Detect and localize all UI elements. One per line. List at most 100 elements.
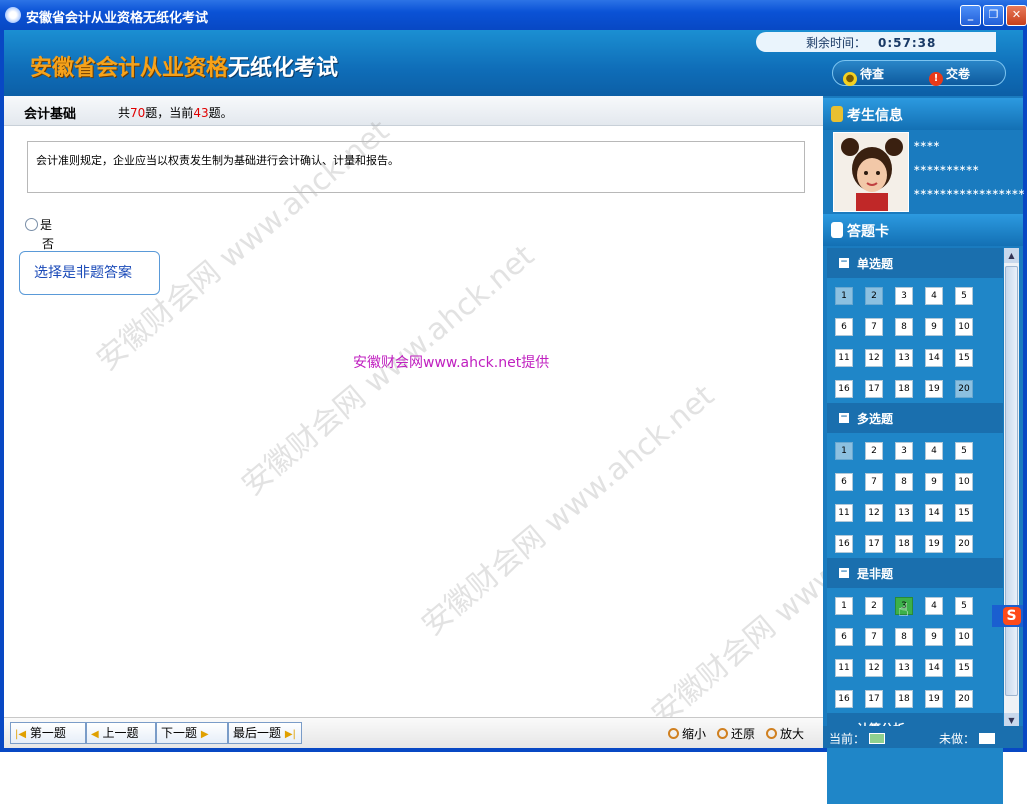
examinee-info-header: 考生信息: [823, 98, 1023, 130]
radio-yes[interactable]: [25, 218, 38, 231]
legend: 当前： 未做：: [823, 726, 1023, 748]
question-number-button[interactable]: 4: [925, 442, 943, 460]
answer-card-section-header[interactable]: − 单选题: [827, 248, 1003, 278]
question-number-button[interactable]: 13: [895, 504, 913, 522]
close-button[interactable]: ✕: [1006, 5, 1027, 26]
question-number-button[interactable]: 10: [955, 473, 973, 491]
subject-name: 会计基础: [24, 107, 77, 122]
avatar: [833, 132, 909, 212]
pending-button[interactable]: ● 待查: [843, 65, 884, 86]
question-number-button[interactable]: 20: [955, 690, 973, 708]
question-number-button[interactable]: 14: [925, 349, 943, 367]
question-number-button[interactable]: 17: [865, 380, 883, 398]
examinee-name: ∗∗∗∗: [913, 140, 940, 150]
next-question-button[interactable]: 下一题 ▶: [156, 722, 228, 744]
ime-toolbar[interactable]: S: [992, 605, 1023, 627]
question-number-button[interactable]: 4: [925, 287, 943, 305]
timer-label: 剩余时间：: [806, 36, 867, 50]
question-number-grid: 1 2 3 4 5 6 7 8 9 10 11 12 13 14 15 16 17 18 19 20: [835, 442, 985, 553]
question-number-button[interactable]: 15: [955, 349, 973, 367]
question-number-button[interactable]: 18: [895, 535, 913, 553]
question-number-button[interactable]: 4: [925, 597, 943, 615]
question-number-button[interactable]: 18: [895, 380, 913, 398]
question-number-button[interactable]: 9: [925, 628, 943, 646]
answer-card-scrollbar[interactable]: ▲ ▼: [1004, 248, 1019, 728]
question-number-button[interactable]: 18: [895, 690, 913, 708]
scroll-thumb[interactable]: [1005, 266, 1018, 696]
remaining-time: 剩余时间： 0:57:38: [756, 32, 996, 52]
question-number-button[interactable]: 11: [835, 659, 853, 677]
question-number-button[interactable]: 10: [955, 628, 973, 646]
question-number-button[interactable]: 7: [865, 628, 883, 646]
question-number-button[interactable]: 20: [955, 380, 973, 398]
answer-card-section-header[interactable]: − 多选题: [827, 403, 1003, 433]
submit-button[interactable]: ! 交卷: [929, 65, 970, 86]
prev-question-button[interactable]: ◀ 上一题: [86, 722, 156, 744]
question-number-button[interactable]: 2: [865, 597, 883, 615]
question-number-button[interactable]: 1: [835, 442, 853, 460]
question-number-button[interactable]: 15: [955, 659, 973, 677]
question-number-button[interactable]: 14: [925, 659, 943, 677]
question-number-button[interactable]: 15: [955, 504, 973, 522]
first-question-button[interactable]: |◀ 第一题: [10, 722, 86, 744]
question-number-button[interactable]: 1: [835, 597, 853, 615]
question-number-button[interactable]: 17: [865, 690, 883, 708]
legend-current: 当前：: [829, 730, 886, 747]
question-number-button[interactable]: 13: [895, 659, 913, 677]
zoom-in-button[interactable]: 放大: [766, 725, 804, 742]
question-number-button[interactable]: 2: [865, 287, 883, 305]
question-number-button[interactable]: 20: [955, 535, 973, 553]
question-number-button[interactable]: 8: [895, 628, 913, 646]
question-number-button[interactable]: 6: [835, 473, 853, 491]
examinee-number: ∗∗∗∗∗∗∗∗∗∗∗∗∗∗∗∗∗: [913, 188, 1025, 198]
question-number-button[interactable]: 12: [865, 659, 883, 677]
question-number-button[interactable]: 9: [925, 473, 943, 491]
question-number-button[interactable]: 7: [865, 318, 883, 336]
question-number-button[interactable]: 19: [925, 380, 943, 398]
question-number-button[interactable]: 19: [925, 535, 943, 553]
minimize-button[interactable]: _: [960, 5, 981, 26]
question-number-button[interactable]: 5: [955, 597, 973, 615]
question-number-button[interactable]: 5: [955, 287, 973, 305]
zoom-out-button[interactable]: 缩小: [668, 725, 706, 742]
maximize-button[interactable]: ❐: [983, 5, 1004, 26]
option-yes[interactable]: 是: [25, 216, 52, 233]
question-number-button[interactable]: 8: [895, 318, 913, 336]
question-number-button[interactable]: 14: [925, 504, 943, 522]
question-number-grid: 1 2 3 4 5 6 7 8 9 10 11 12 13 14 15 16 17 18 19 20: [835, 287, 985, 398]
sogou-icon: S: [1002, 607, 1021, 625]
answer-card-section-header[interactable]: − 是非题: [827, 558, 1003, 588]
option-no-label[interactable]: 否: [42, 235, 54, 252]
question-number-button[interactable]: 13: [895, 349, 913, 367]
exam-logo: 安徽省会计从业资格无纸化考试: [30, 56, 339, 81]
first-icon: |◀: [15, 729, 27, 740]
question-number-button[interactable]: 6: [835, 318, 853, 336]
restore-button[interactable]: 还原: [717, 725, 755, 742]
question-number-button[interactable]: 9: [925, 318, 943, 336]
question-number-button[interactable]: 6: [835, 628, 853, 646]
question-number-button[interactable]: 12: [865, 504, 883, 522]
question-number-button[interactable]: 3: [895, 287, 913, 305]
question-number-button[interactable]: 12: [865, 349, 883, 367]
question-number-button[interactable]: 5: [955, 442, 973, 460]
question-number-button[interactable]: 16: [835, 535, 853, 553]
question-number-button[interactable]: 19: [925, 690, 943, 708]
question-number-button[interactable]: 3: [895, 442, 913, 460]
question-number-button[interactable]: 7: [865, 473, 883, 491]
question-number-button[interactable]: 10: [955, 318, 973, 336]
question-number-button[interactable]: 1: [835, 287, 853, 305]
last-question-button[interactable]: 最后一题 ▶|: [228, 722, 302, 744]
question-number-button[interactable]: 16: [835, 380, 853, 398]
question-number-button[interactable]: 8: [895, 473, 913, 491]
question-number-button[interactable]: 2: [865, 442, 883, 460]
question-number-button[interactable]: 11: [835, 504, 853, 522]
collapse-icon[interactable]: −: [839, 258, 849, 268]
question-number-button[interactable]: 11: [835, 349, 853, 367]
collapse-icon[interactable]: −: [839, 568, 849, 578]
question-number-button[interactable]: 17: [865, 535, 883, 553]
scroll-up-icon[interactable]: ▲: [1004, 248, 1019, 263]
magnifier-icon: [668, 728, 679, 739]
question-counter: 共70题，当前43题。: [118, 106, 233, 120]
collapse-icon[interactable]: −: [839, 413, 849, 423]
question-number-button[interactable]: 16: [835, 690, 853, 708]
